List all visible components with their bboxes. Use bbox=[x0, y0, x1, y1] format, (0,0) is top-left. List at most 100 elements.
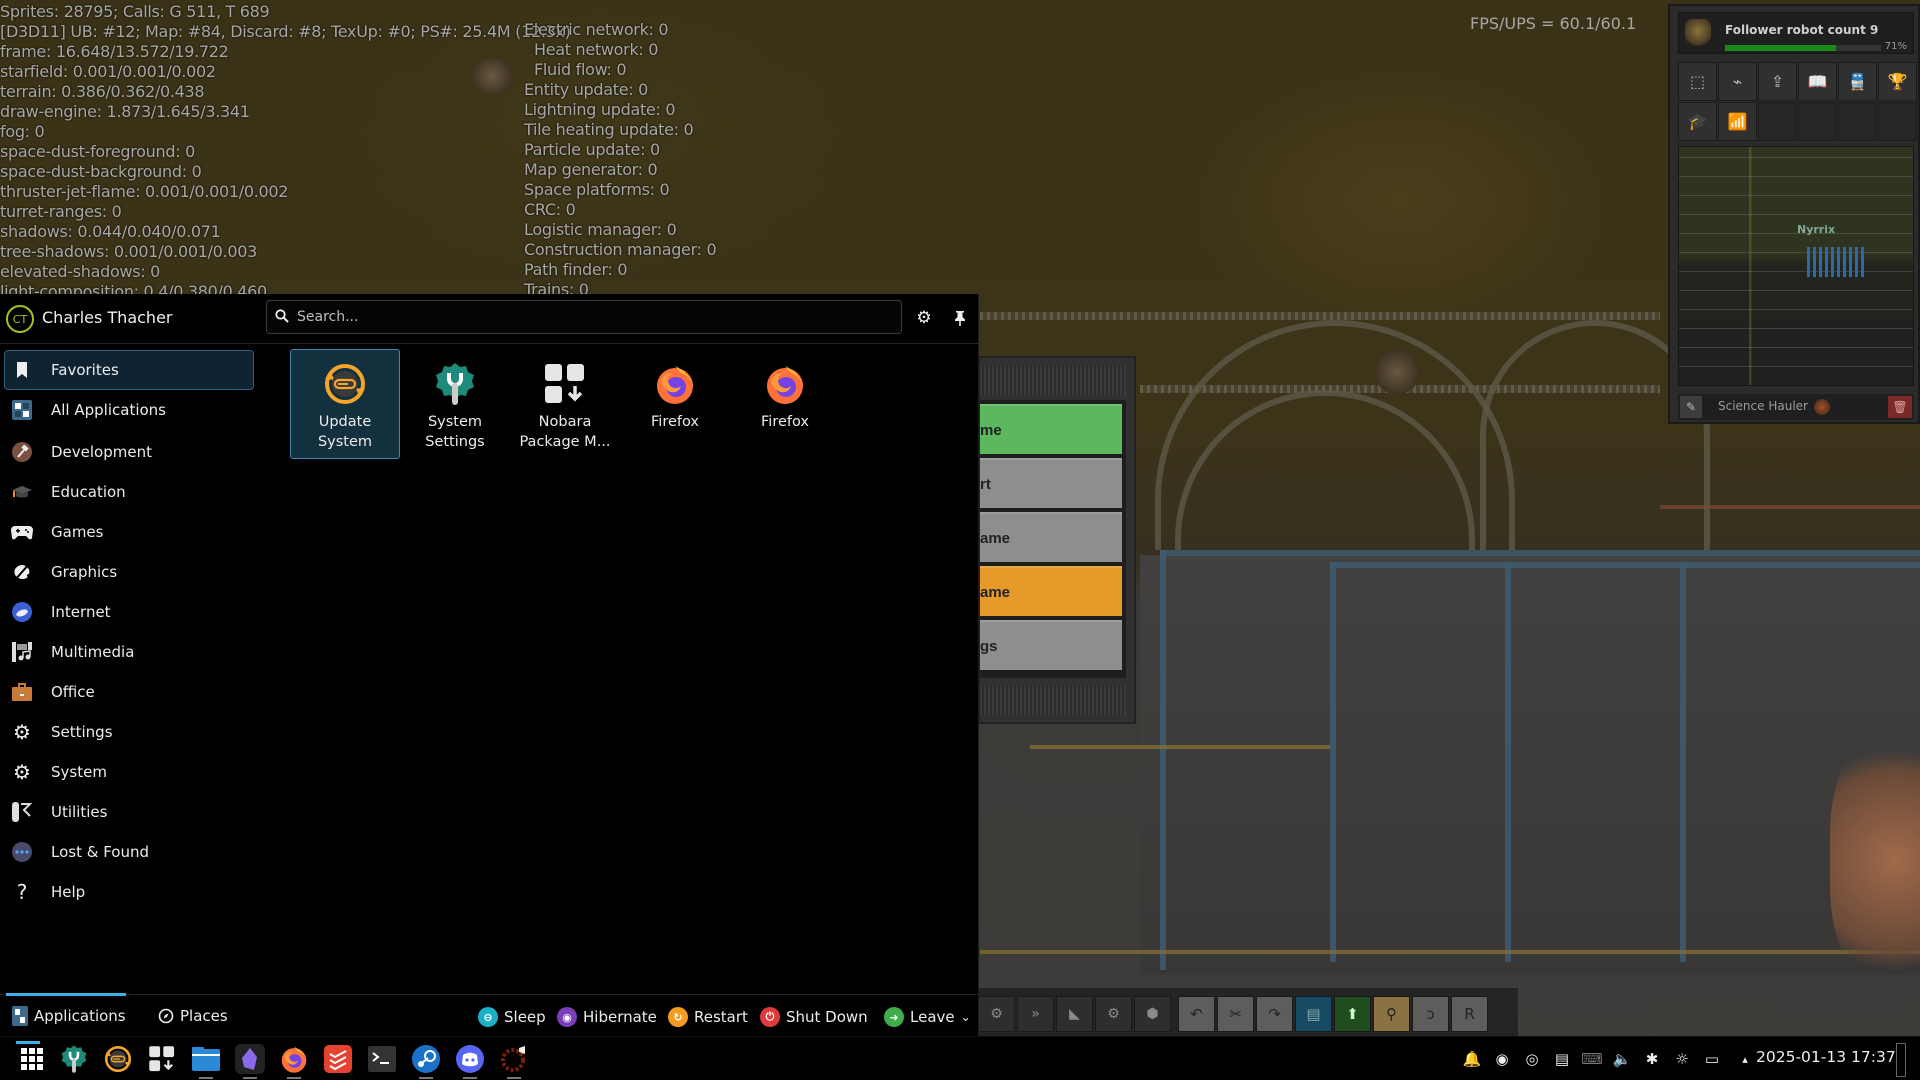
undo-icon[interactable]: ↶ bbox=[1178, 996, 1215, 1032]
achievements-icon[interactable]: 🏆 bbox=[1878, 62, 1917, 101]
search-field[interactable] bbox=[266, 300, 902, 334]
search-input[interactable] bbox=[297, 301, 887, 333]
tab-label: Places bbox=[180, 1007, 228, 1025]
quickbar-slot[interactable]: ⚙ bbox=[1095, 996, 1132, 1032]
cut-icon[interactable]: ✂ bbox=[1217, 996, 1254, 1032]
belt bbox=[1030, 745, 1330, 749]
game-menu-button[interactable]: me bbox=[980, 404, 1122, 454]
sidebar-item-internet[interactable]: Internet bbox=[4, 592, 254, 632]
game-menu-button[interactable]: ame bbox=[980, 566, 1122, 616]
leave-button[interactable]: ➜ Leave ⌄ bbox=[884, 1005, 971, 1029]
blueprint-book-icon[interactable]: ▤ bbox=[1295, 996, 1332, 1032]
user-avatar[interactable]: CT bbox=[6, 305, 34, 333]
keyboard-icon[interactable]: ⌨ bbox=[1581, 1049, 1603, 1069]
technology-icon[interactable]: 🎓 bbox=[1678, 102, 1717, 141]
notifications-icon[interactable]: 🔔 bbox=[1462, 1049, 1482, 1069]
upgrade-planner-icon[interactable]: ⬆ bbox=[1334, 996, 1371, 1032]
quickbar-slot[interactable]: ◣ bbox=[1056, 996, 1093, 1032]
production-stats-icon[interactable]: ⌁ bbox=[1718, 62, 1757, 101]
pipette-icon[interactable]: ↄ bbox=[1412, 996, 1449, 1032]
sidebar-item-settings[interactable]: ⚙ Settings bbox=[4, 712, 254, 752]
game-menu-button[interactable]: rt bbox=[980, 458, 1122, 508]
tab-places[interactable]: Places bbox=[158, 995, 258, 1037]
debug-line: space-dust-background: 0 bbox=[0, 162, 202, 181]
sidebar-item-graphics[interactable]: Graphics bbox=[4, 552, 254, 592]
blueprint-library-icon[interactable]: ⬚ bbox=[1678, 62, 1717, 101]
taskbar-package-manager-button[interactable] bbox=[146, 1043, 178, 1075]
sidebar-item-development[interactable]: Development bbox=[4, 432, 254, 472]
favorite-app-system-settings[interactable]: System Settings bbox=[400, 349, 510, 459]
robot-progress-bar bbox=[1725, 45, 1881, 51]
sidebar-item-system[interactable]: ⚙ System bbox=[4, 752, 254, 792]
tab-applications[interactable]: Applications bbox=[6, 993, 126, 1037]
debug-line: elevated-shadows: 0 bbox=[0, 262, 161, 281]
discord-tray-icon[interactable]: ◉ bbox=[1492, 1049, 1512, 1069]
network-icon[interactable]: ▭ bbox=[1702, 1049, 1722, 1069]
sidebar-item-favorites[interactable]: Favorites bbox=[4, 350, 254, 390]
debug-line: Tile heating update: 0 bbox=[524, 120, 694, 139]
update-system-icon bbox=[321, 360, 369, 408]
taskbar-file-manager-button[interactable] bbox=[190, 1043, 222, 1079]
sidebar-item-all-applications[interactable]: All Applications bbox=[4, 390, 254, 430]
game-pause-menu: me rt ame ame gs bbox=[978, 356, 1136, 724]
minimap[interactable]: Nyrrix bbox=[1678, 146, 1914, 386]
game-menu-button[interactable]: gs bbox=[980, 620, 1122, 670]
favorite-app-label: Firefox bbox=[733, 412, 837, 432]
favorite-app-update-system[interactable]: Update System bbox=[290, 349, 400, 459]
shut-down-button[interactable]: ⏻ Shut Down bbox=[760, 1005, 868, 1029]
taskbar-firefox-button[interactable] bbox=[278, 1043, 310, 1079]
favorite-app-nobara-package-m[interactable]: Nobara Package M... bbox=[510, 349, 620, 459]
taskbar-discord-button[interactable] bbox=[454, 1043, 486, 1079]
bluetooth-icon[interactable]: ✱ bbox=[1642, 1049, 1662, 1069]
taskbar-app-launcher-button[interactable] bbox=[16, 1041, 48, 1075]
pin-icon[interactable] bbox=[948, 306, 972, 330]
configure-gear-icon[interactable]: ⚙ bbox=[912, 306, 936, 330]
edit-pencil-icon[interactable]: ✎ bbox=[1680, 396, 1702, 418]
sidebar-item-lost-found[interactable]: Lost & Found bbox=[4, 832, 254, 872]
spidertron-remote-icon[interactable]: ⚲ bbox=[1373, 996, 1410, 1032]
belt bbox=[1660, 505, 1920, 509]
favorite-app-firefox[interactable]: Firefox bbox=[730, 349, 840, 459]
sidebar-item-office[interactable]: Office bbox=[4, 672, 254, 712]
sidebar-item-multimedia[interactable]: Multimedia bbox=[4, 632, 254, 672]
digital-clock[interactable]: 2025-01-13 17:37 bbox=[1756, 1048, 1896, 1066]
chevron-down-icon: ⌄ bbox=[960, 1010, 971, 1024]
sidebar-item-help[interactable]: ? Help bbox=[4, 872, 254, 912]
taskbar-todoist-button[interactable] bbox=[322, 1043, 354, 1075]
taskbar-steam-button[interactable] bbox=[410, 1043, 442, 1079]
taskbar-factorio-button[interactable] bbox=[498, 1043, 530, 1079]
menu-drag-handle[interactable] bbox=[980, 366, 1126, 396]
steam-tray-icon[interactable]: ◎ bbox=[1522, 1049, 1542, 1069]
office-icon bbox=[11, 681, 33, 703]
delete-trash-icon[interactable]: 🗑 bbox=[1888, 396, 1912, 418]
restart-button[interactable]: ↻ Restart bbox=[668, 1005, 748, 1029]
taskbar-obsidian-button[interactable] bbox=[234, 1043, 266, 1079]
hibernate-button[interactable]: ◉ Hibernate bbox=[557, 1005, 657, 1029]
research-icon[interactable]: R bbox=[1451, 996, 1488, 1032]
logistics-icon[interactable]: ⇪ bbox=[1758, 62, 1797, 101]
peek-desktop-button[interactable] bbox=[1896, 1043, 1906, 1077]
steam-icon bbox=[412, 1045, 440, 1073]
taskbar-terminal-button[interactable] bbox=[366, 1043, 398, 1075]
volume-icon[interactable]: 🔈 bbox=[1612, 1049, 1632, 1069]
game-menu-button[interactable]: ame bbox=[980, 512, 1122, 562]
quickbar-slot[interactable]: » bbox=[1017, 996, 1054, 1032]
brightness-icon[interactable]: ☼ bbox=[1672, 1049, 1692, 1069]
redo-selection-icon[interactable]: ↷ bbox=[1256, 996, 1293, 1032]
logistic-network-icon[interactable]: 📶 bbox=[1718, 102, 1757, 141]
clipboard-icon[interactable]: ▤ bbox=[1552, 1049, 1572, 1069]
sleep-icon: ⊖ bbox=[478, 1007, 498, 1027]
expand-tray-icon[interactable]: ▴ bbox=[1735, 1049, 1755, 1069]
sidebar-item-utilities[interactable]: Utilities bbox=[4, 792, 254, 832]
favorite-app-firefox[interactable]: Firefox bbox=[620, 349, 730, 459]
sidebar-item-games[interactable]: Games bbox=[4, 512, 254, 552]
quickbar-slot[interactable]: ⬢ bbox=[1134, 996, 1171, 1032]
sidebar-item-education[interactable]: Education bbox=[4, 472, 254, 512]
factoriopedia-icon[interactable]: 📖 bbox=[1798, 62, 1837, 101]
trains-icon[interactable]: 🚆 bbox=[1838, 62, 1877, 101]
sleep-button[interactable]: ⊖ Sleep bbox=[478, 1005, 546, 1029]
taskbar-update-system-button[interactable] bbox=[102, 1043, 134, 1075]
quickbar-slot[interactable]: ⚙ bbox=[978, 996, 1015, 1032]
app-launcher-icon bbox=[21, 1048, 43, 1070]
taskbar-system-settings-button[interactable] bbox=[58, 1043, 90, 1075]
